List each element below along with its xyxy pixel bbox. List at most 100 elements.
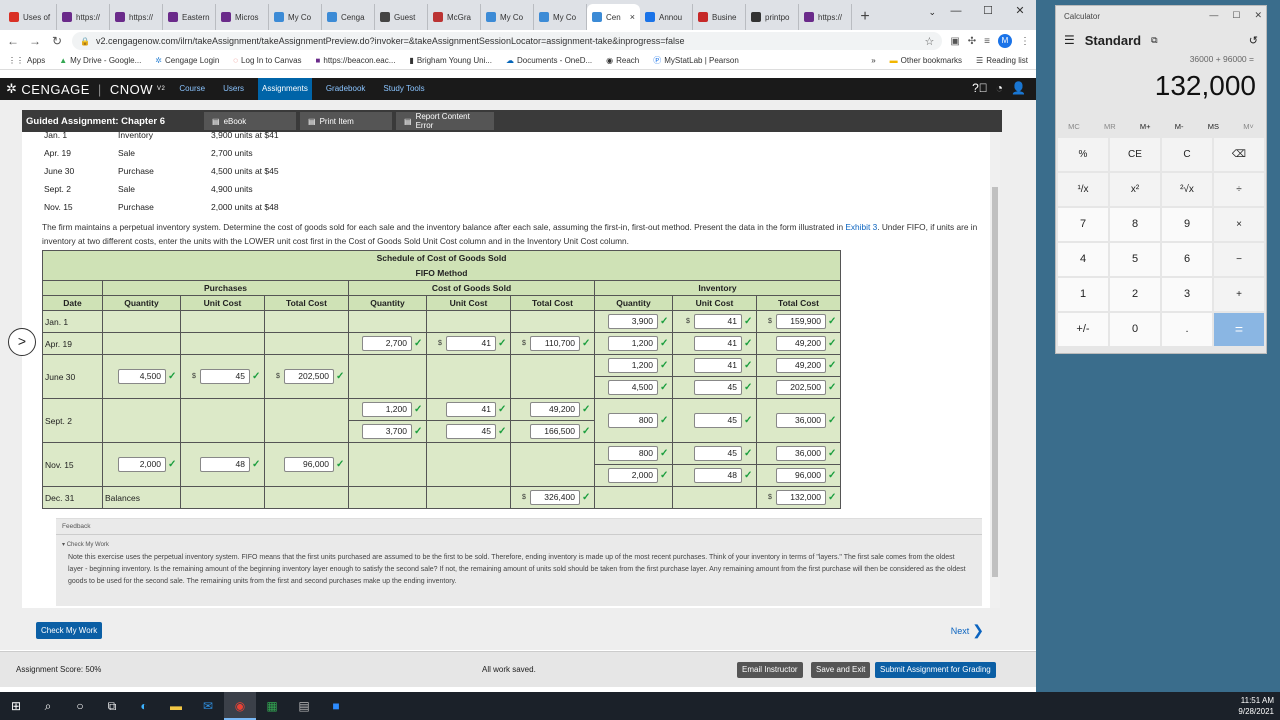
inventory-unit-cost-input[interactable]: 45 bbox=[694, 446, 742, 461]
subtract-key[interactable]: − bbox=[1214, 243, 1264, 276]
digit-6-key[interactable]: 6 bbox=[1162, 243, 1212, 276]
memory-list-button[interactable]: M˅ bbox=[1243, 122, 1254, 131]
equals-key[interactable]: = bbox=[1214, 313, 1264, 346]
inventory-total-cost-input[interactable]: 49,200 bbox=[776, 336, 826, 351]
cortana-icon[interactable]: ○ bbox=[64, 692, 96, 720]
browser-tab[interactable]: Cen × bbox=[587, 4, 640, 30]
negate-key[interactable]: +/- bbox=[1058, 313, 1108, 346]
inventory-total-cost-input[interactable]: 36,000 bbox=[776, 413, 826, 428]
browser-tab[interactable]: Busine bbox=[693, 4, 746, 30]
minimize-icon[interactable]: — bbox=[1209, 10, 1218, 21]
edge-icon[interactable]: ◐ bbox=[128, 692, 160, 720]
cogs-unit-cost-input[interactable]: 45 bbox=[446, 424, 496, 439]
digit-7-key[interactable]: 7 bbox=[1058, 208, 1108, 241]
purchase-total-cost-input[interactable]: 96,000 bbox=[284, 457, 334, 472]
new-tab-button[interactable]: + bbox=[852, 4, 878, 30]
digit-4-key[interactable]: 4 bbox=[1058, 243, 1108, 276]
bookmark-item[interactable]: ■ https://beacon.eac... bbox=[316, 56, 396, 65]
bookmark-item[interactable]: ◌ Log In to Canvas bbox=[233, 56, 301, 65]
divide-key[interactable]: ÷ bbox=[1214, 173, 1264, 206]
cogs-total-cost-input[interactable]: 166,500 bbox=[530, 424, 580, 439]
vertical-scrollbar[interactable] bbox=[990, 132, 1000, 608]
cogs-total-cost-input[interactable]: 110,700 bbox=[530, 336, 580, 351]
memory-add-button[interactable]: M+ bbox=[1140, 122, 1151, 131]
help-icon[interactable]: ?⃝ bbox=[972, 81, 988, 95]
tab-close-icon[interactable]: × bbox=[630, 12, 635, 22]
nav-assignments[interactable]: Assignments bbox=[258, 78, 312, 100]
inventory-total-cost-input[interactable]: 49,200 bbox=[776, 358, 826, 373]
other-bookmarks[interactable]: ▬ Other bookmarks bbox=[890, 56, 962, 65]
feedback-header[interactable]: Feedback bbox=[56, 519, 982, 535]
report-error-button[interactable]: ▤ Report Content Error bbox=[396, 112, 494, 130]
memory-clear-button[interactable]: MC bbox=[1068, 122, 1080, 131]
sqrt-key[interactable]: ²√x bbox=[1162, 173, 1212, 206]
digit-5-key[interactable]: 5 bbox=[1110, 243, 1160, 276]
cogs-unit-cost-input[interactable]: 41 bbox=[446, 336, 496, 351]
maximize-icon[interactable]: ☐ bbox=[1232, 10, 1240, 21]
email-instructor-button[interactable]: Email Instructor bbox=[737, 662, 803, 678]
next-question-arrow-icon[interactable]: > bbox=[8, 328, 36, 356]
bookmark-item[interactable]: ⋮⋮ Apps bbox=[8, 56, 45, 65]
browser-tab[interactable]: https:// bbox=[799, 4, 852, 30]
tab-search-icon[interactable]: ⌄ bbox=[928, 7, 936, 18]
keep-on-top-icon[interactable]: ⧉ bbox=[1151, 35, 1157, 46]
digit-9-key[interactable]: 9 bbox=[1162, 208, 1212, 241]
inventory-quantity-input[interactable]: 1,200 bbox=[608, 358, 658, 373]
bookmark-item[interactable]: ◉ Reach bbox=[606, 56, 639, 65]
browser-tab[interactable]: Cenga bbox=[322, 4, 375, 30]
system-clock[interactable]: 11:51 AM 9/28/2021 bbox=[1238, 695, 1274, 717]
multiply-key[interactable]: × bbox=[1214, 208, 1264, 241]
inventory-quantity-input[interactable]: 2,000 bbox=[608, 468, 658, 483]
percent-key[interactable]: % bbox=[1058, 138, 1108, 171]
inventory-total-cost-input[interactable]: 36,000 bbox=[776, 446, 826, 461]
clear-entry-key[interactable]: CE bbox=[1110, 138, 1160, 171]
memory-subtract-button[interactable]: M- bbox=[1175, 122, 1184, 131]
purchase-unit-cost-input[interactable]: 48 bbox=[200, 457, 250, 472]
back-icon[interactable]: ← bbox=[6, 34, 20, 48]
minimize-icon[interactable]: — bbox=[940, 0, 972, 22]
inventory-unit-cost-input[interactable]: 45 bbox=[694, 380, 742, 395]
next-button[interactable]: Next ❯ bbox=[951, 622, 984, 639]
check-my-work-toggle[interactable]: ▾ Check My Work bbox=[56, 535, 982, 552]
cogs-quantity-input[interactable]: 3,700 bbox=[362, 424, 412, 439]
file-explorer-icon[interactable]: ▬ bbox=[160, 692, 192, 720]
nav-users[interactable]: Users bbox=[219, 78, 248, 100]
excel-icon[interactable]: ▦ bbox=[256, 692, 288, 720]
close-icon[interactable]: ✕ bbox=[1004, 0, 1036, 22]
browser-tab[interactable]: Annou bbox=[640, 4, 693, 30]
inventory-total-cost-input[interactable]: 202,500 bbox=[776, 380, 826, 395]
maximize-icon[interactable]: ☐ bbox=[972, 0, 1004, 22]
zoom-icon[interactable]: ■ bbox=[320, 692, 352, 720]
inventory-unit-cost-input[interactable]: 41 bbox=[694, 336, 742, 351]
calculator-icon[interactable]: ▤ bbox=[288, 692, 320, 720]
reload-icon[interactable]: ↻ bbox=[50, 34, 64, 48]
cogs-quantity-input[interactable]: 2,700 bbox=[362, 336, 412, 351]
cogs-balance-input[interactable]: 326,400 bbox=[530, 490, 580, 505]
bookmark-star-icon[interactable]: ☆ bbox=[924, 35, 934, 48]
ebook-button[interactable]: ▤ eBook bbox=[204, 112, 296, 130]
square-key[interactable]: x² bbox=[1110, 173, 1160, 206]
inventory-quantity-input[interactable]: 800 bbox=[608, 413, 658, 428]
task-view-icon[interactable]: ⧉ bbox=[96, 692, 128, 720]
inventory-unit-cost-input[interactable]: 45 bbox=[694, 413, 742, 428]
browser-tab[interactable]: https:// bbox=[110, 4, 163, 30]
add-key[interactable]: + bbox=[1214, 278, 1264, 311]
reading-mode-icon[interactable]: ≡ bbox=[984, 36, 990, 47]
inventory-unit-cost-input[interactable]: 48 bbox=[694, 468, 742, 483]
close-icon[interactable]: ✕ bbox=[1254, 10, 1262, 21]
inventory-total-cost-input[interactable]: 96,000 bbox=[776, 468, 826, 483]
backspace-key[interactable]: ⌫ bbox=[1214, 138, 1264, 171]
nav-course[interactable]: Course bbox=[175, 78, 209, 100]
nav-study-tools[interactable]: Study Tools bbox=[379, 78, 428, 100]
digit-2-key[interactable]: 2 bbox=[1110, 278, 1160, 311]
browser-tab[interactable]: Uses of bbox=[4, 4, 57, 30]
browser-tab[interactable]: My Co bbox=[481, 4, 534, 30]
inventory-unit-cost-input[interactable]: 41 bbox=[694, 314, 742, 329]
browser-tab[interactable]: My Co bbox=[534, 4, 587, 30]
bookmark-item[interactable]: Ⓟ MyStatLab | Pearson bbox=[653, 55, 739, 66]
digit-3-key[interactable]: 3 bbox=[1162, 278, 1212, 311]
search-icon[interactable]: ⌕ bbox=[32, 692, 64, 720]
puzzle-icon[interactable]: ✣ bbox=[968, 36, 976, 47]
bookmark-item[interactable]: ✲ Cengage Login bbox=[155, 56, 219, 65]
support-icon[interactable]: ◔ bbox=[996, 81, 1003, 95]
